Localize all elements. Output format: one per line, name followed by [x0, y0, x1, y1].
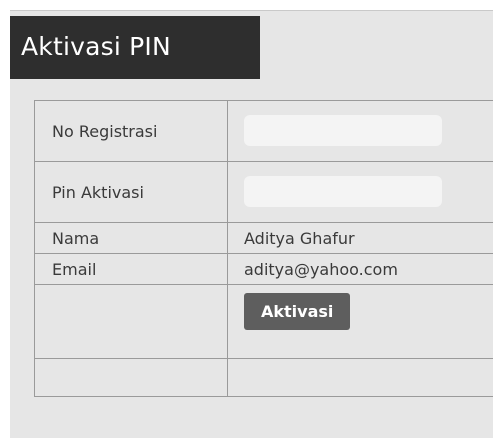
- form-row-submit: Aktivasi: [35, 285, 493, 359]
- activate-button[interactable]: Aktivasi: [244, 293, 350, 330]
- activation-pin-label: Pin Aktivasi: [35, 162, 228, 223]
- empty-cell: [228, 359, 493, 397]
- form-row-name: Nama Aditya Ghafur: [35, 223, 493, 254]
- empty-cell: [35, 359, 228, 397]
- form-row-activation-pin: Pin Aktivasi: [35, 162, 493, 223]
- page-title: Aktivasi PIN: [21, 31, 171, 63]
- activation-pin-input[interactable]: [244, 176, 442, 207]
- form-row-registration-number: No Registrasi: [35, 101, 493, 162]
- empty-cell: [35, 285, 228, 359]
- form-row-empty: [35, 359, 493, 397]
- email-label: Email: [35, 254, 228, 285]
- name-label: Nama: [35, 223, 228, 254]
- activation-form-table: No Registrasi Pin Aktivasi Nama Aditya G…: [34, 100, 493, 397]
- name-value: Aditya Ghafur: [228, 223, 493, 254]
- form-row-email: Email aditya@yahoo.com: [35, 254, 493, 285]
- registration-number-label: No Registrasi: [35, 101, 228, 162]
- email-value: aditya@yahoo.com: [228, 254, 493, 285]
- registration-number-input[interactable]: [244, 115, 442, 146]
